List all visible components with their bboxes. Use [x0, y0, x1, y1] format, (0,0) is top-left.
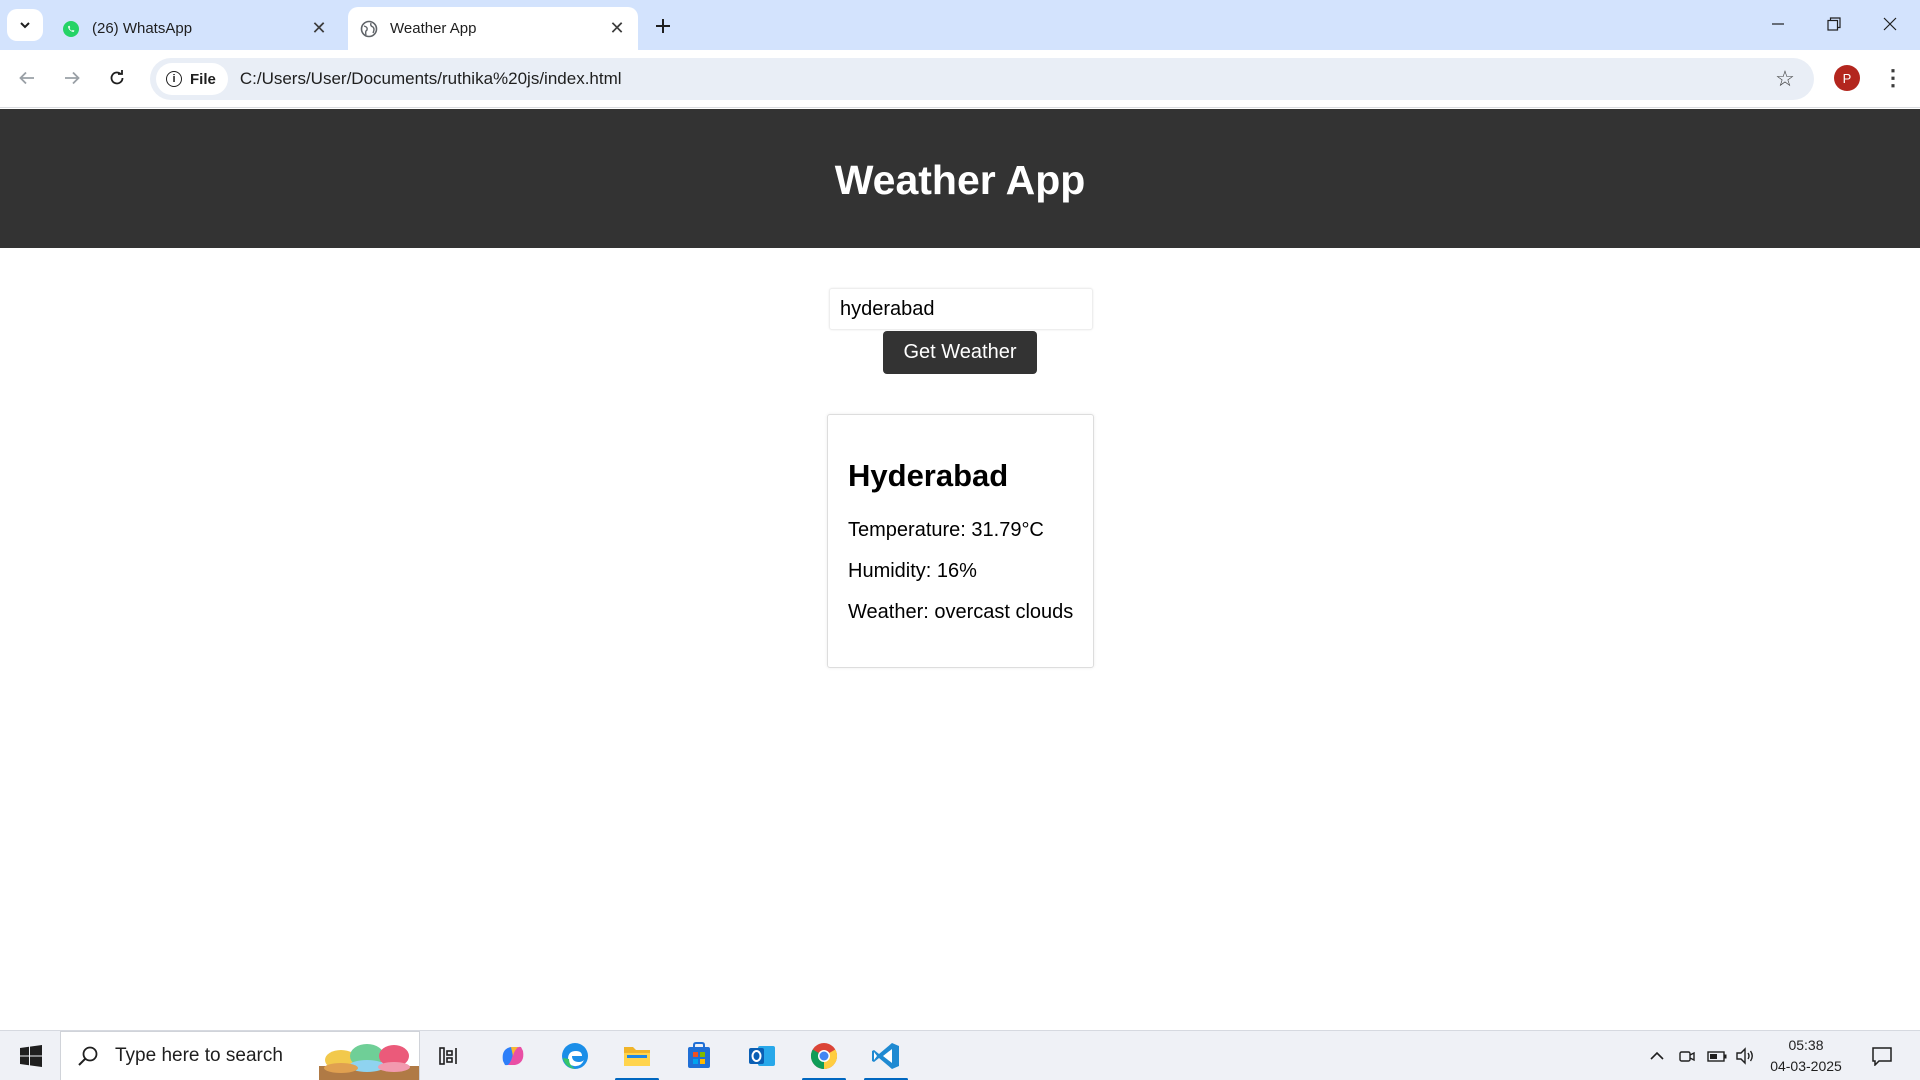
arrow-left-icon [19, 71, 34, 85]
city-input[interactable] [829, 288, 1093, 330]
vscode-icon [872, 1043, 899, 1069]
taskbar-clock[interactable]: 05:38 04-03-2025 [1756, 1035, 1856, 1077]
windows-logo-icon [20, 1045, 42, 1067]
taskbar: Type here to search 05:38 04-03-2025 [0, 1030, 1920, 1080]
reload-icon [110, 70, 124, 85]
minimize-button[interactable] [1750, 0, 1806, 48]
battery-button[interactable] [1704, 1031, 1730, 1080]
microsoft-store-button[interactable] [671, 1031, 727, 1080]
folder-icon [624, 1047, 650, 1066]
vscode-button[interactable] [858, 1031, 914, 1080]
chrome-icon [810, 1043, 838, 1070]
restore-icon [1827, 17, 1841, 31]
site-info-chip[interactable]: i File [156, 63, 228, 95]
task-view-button[interactable] [422, 1031, 478, 1080]
globe-icon [360, 20, 378, 38]
notification-icon [1872, 1047, 1892, 1066]
profile-avatar[interactable]: P [1834, 65, 1860, 91]
tab-title: (26) WhatsApp [92, 20, 193, 37]
info-icon: i [166, 71, 182, 87]
clock-date: 04-03-2025 [1770, 1058, 1842, 1074]
battery-icon [1707, 1051, 1727, 1062]
tab-weather-app[interactable]: Weather App ✕ [348, 7, 638, 50]
weather-result-card: Hyderabad Temperature: 31.79°C Humidity:… [827, 414, 1094, 668]
search-icon [75, 1043, 101, 1069]
chrome-button[interactable] [796, 1031, 852, 1080]
speaker-icon [1736, 1047, 1753, 1065]
copilot-icon [502, 1046, 524, 1066]
outlook-button[interactable] [734, 1031, 790, 1080]
copilot-button[interactable] [485, 1031, 541, 1080]
close-icon [1883, 17, 1897, 31]
start-button[interactable] [10, 1039, 52, 1073]
clock-time: 05:38 [1788, 1037, 1824, 1053]
taskbar-search[interactable]: Type here to search [60, 1031, 420, 1080]
page-title: Weather App [834, 157, 1086, 203]
address-bar[interactable]: i File C:/Users/User/Documents/ruthika%2… [150, 58, 1814, 100]
taskbar-search-placeholder: Type here to search [115, 1045, 283, 1066]
forward-button[interactable] [54, 60, 90, 96]
notifications-button[interactable] [1862, 1031, 1902, 1080]
app-header: Weather App [0, 109, 1920, 248]
minimize-icon [1772, 23, 1784, 25]
weather-description-text: Weather: overcast clouds [848, 601, 1074, 623]
edge-icon [562, 1043, 588, 1069]
store-icon [688, 1042, 710, 1068]
chevron-down-icon [20, 22, 30, 29]
back-button[interactable] [9, 60, 45, 96]
restore-button[interactable] [1806, 0, 1862, 48]
holi-colors-illustration [319, 1044, 419, 1080]
close-window-button[interactable] [1862, 0, 1918, 48]
plus-icon [656, 19, 670, 33]
close-icon[interactable]: ✕ [306, 16, 332, 42]
bookmark-star-icon[interactable]: ☆ [1772, 66, 1798, 92]
whatsapp-icon [62, 20, 80, 38]
tab-search-button[interactable] [7, 9, 43, 41]
get-weather-button[interactable]: Get Weather [883, 331, 1037, 374]
close-icon[interactable]: ✕ [604, 16, 630, 42]
new-tab-button[interactable] [648, 11, 678, 41]
task-view-icon [439, 1047, 457, 1065]
chevron-up-icon [1650, 1051, 1664, 1060]
arrow-right-icon [65, 71, 80, 85]
browser-toolbar: i File C:/Users/User/Documents/ruthika%2… [0, 50, 1920, 108]
url-text[interactable]: C:/Users/User/Documents/ruthika%20js/ind… [240, 69, 622, 89]
volume-button[interactable] [1732, 1031, 1758, 1080]
edge-button[interactable] [547, 1031, 603, 1080]
outlook-icon [749, 1046, 775, 1066]
site-info-label: File [190, 70, 216, 88]
meet-now-button[interactable] [1674, 1031, 1700, 1080]
tab-strip: (26) WhatsApp ✕ Weather App ✕ [0, 0, 1920, 50]
tab-title: Weather App [390, 20, 477, 37]
humidity-text: Humidity: 16% [848, 560, 977, 582]
city-name: Hyderabad [848, 458, 1009, 493]
tab-whatsapp[interactable]: (26) WhatsApp ✕ [50, 7, 340, 50]
more-options-icon[interactable]: ⋮ [1880, 62, 1906, 94]
reload-button[interactable] [99, 60, 135, 96]
temperature-text: Temperature: 31.79°C [848, 519, 1044, 541]
camera-icon [1679, 1051, 1695, 1062]
show-hidden-icons-button[interactable] [1644, 1031, 1670, 1080]
file-explorer-button[interactable] [609, 1031, 665, 1080]
